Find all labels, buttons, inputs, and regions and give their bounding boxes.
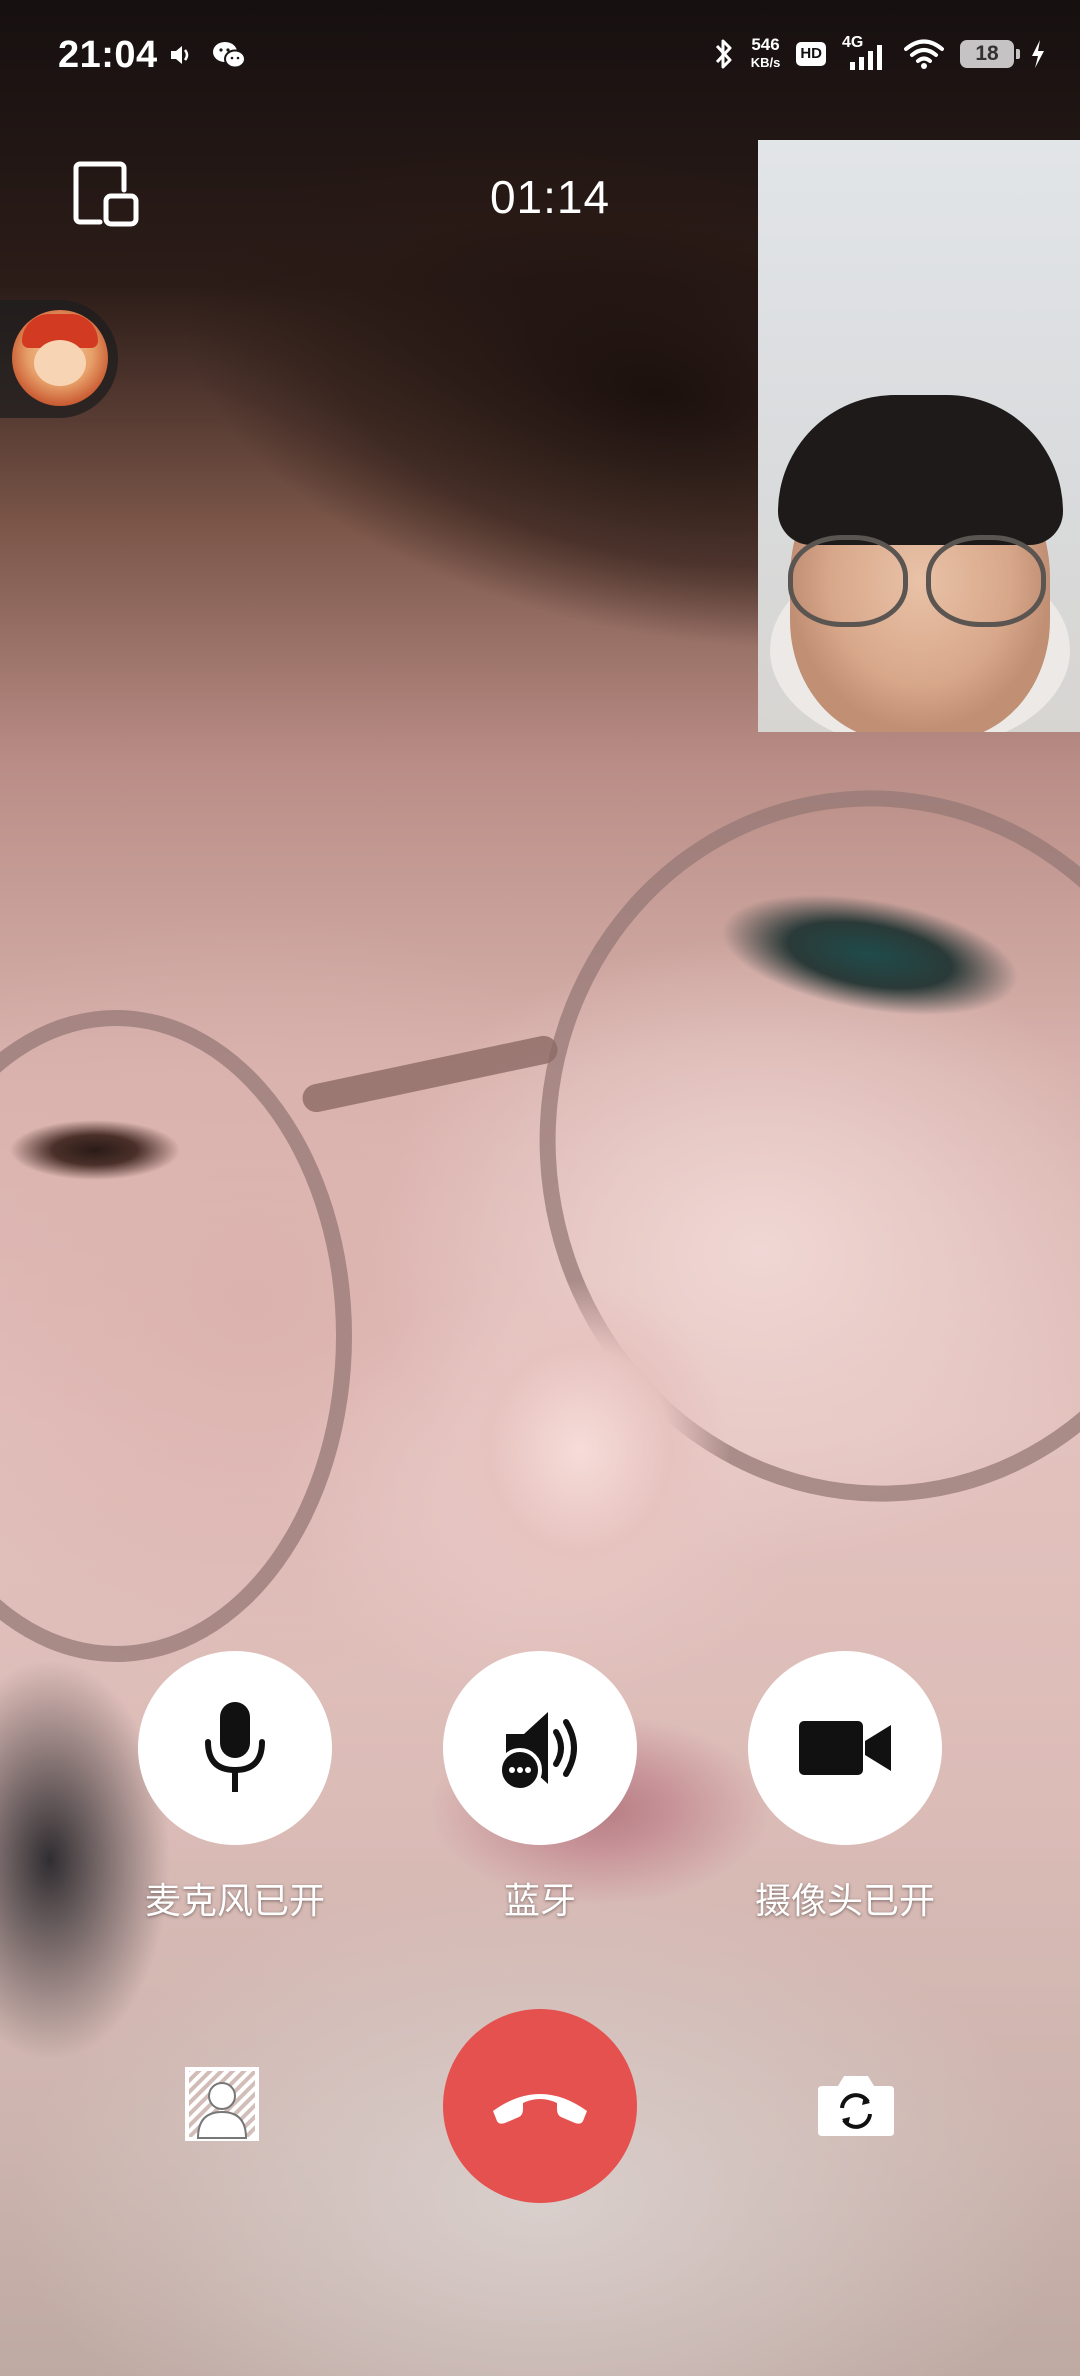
status-left-icons [168, 40, 246, 70]
status-bar: 21:04 546 KB/s HD 4G 18 [0, 0, 1080, 120]
battery: 18 [960, 40, 1020, 68]
cellular-signal: 4G [842, 34, 888, 72]
switch-camera-button[interactable] [816, 2070, 896, 2140]
microphone-button[interactable] [138, 1651, 332, 1845]
background-blur-button[interactable] [184, 2066, 260, 2142]
bluetooth-icon [715, 39, 732, 69]
video-call-screen: 21:04 546 KB/s HD 4G 18 01:14 麦克风已开 蓝牙 摄… [0, 0, 1080, 2376]
remote-glasses-left [0, 1010, 352, 1662]
bluetooth-speaker-icon [498, 1712, 577, 1792]
wifi-icon [904, 39, 944, 69]
video-camera-icon [799, 1721, 891, 1775]
preview-hair [778, 395, 1063, 545]
floating-app-bubble[interactable] [0, 300, 118, 418]
charging-icon [1032, 40, 1044, 68]
hangup-button[interactable] [443, 2009, 637, 2203]
self-video-preview[interactable] [758, 140, 1080, 732]
net-speed-unit: KB/s [750, 55, 781, 70]
audio-output-button[interactable] [443, 1651, 637, 1845]
status-right-icons: 546 KB/s HD 4G 18 [713, 34, 1046, 72]
hd-badge: HD [796, 42, 826, 66]
minimize-button[interactable] [70, 158, 144, 232]
camera-button[interactable] [748, 1651, 942, 1845]
minimize-window-icon [73, 161, 139, 227]
camera-label: 摄像头已开 [754, 1880, 935, 1921]
background-blur-icon [185, 2067, 259, 2141]
status-time: 21:04 [58, 34, 158, 76]
battery-cap [1016, 49, 1020, 59]
net-speed: 546 KB/s [751, 36, 781, 72]
remote-nose [420, 1250, 740, 1610]
battery-level: 18 [975, 42, 999, 65]
call-timer: 01:14 [489, 171, 611, 223]
remote-glasses-bridge [299, 1033, 561, 1115]
wechat-icon [213, 42, 246, 69]
preview-glasses-right [926, 535, 1046, 627]
app-avatar-icon [12, 310, 108, 406]
hangup-icon [493, 2094, 587, 2124]
microphone-label: 麦克风已开 [144, 1880, 325, 1921]
preview-glasses-left [788, 535, 908, 627]
net-speed-value: 546 [751, 35, 780, 54]
signal-icon [850, 45, 882, 70]
switch-camera-icon [818, 2076, 894, 2136]
microphone-icon [205, 1702, 265, 1792]
audio-output-label: 蓝牙 [503, 1880, 576, 1921]
volume-icon [171, 46, 189, 64]
